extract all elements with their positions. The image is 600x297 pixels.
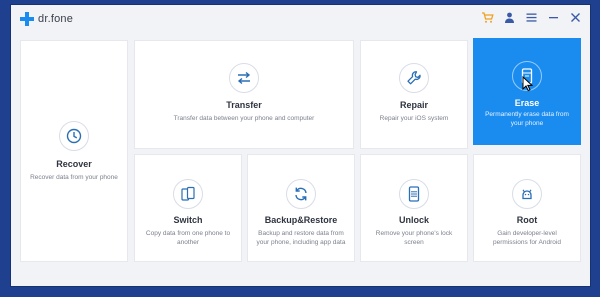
transfer-arrows-icon xyxy=(229,63,259,93)
cart-icon[interactable] xyxy=(481,11,494,24)
erase-card[interactable]: Erase Permanently erase data from your p… xyxy=(473,38,581,145)
card-title: Backup&Restore xyxy=(264,215,338,225)
card-title: Erase xyxy=(514,98,540,108)
plus-logo-icon xyxy=(20,12,34,26)
close-icon[interactable] xyxy=(569,11,582,24)
lock-screen-icon xyxy=(399,179,429,209)
card-description: Permanently erase data from your phone xyxy=(485,111,569,127)
card-description: Repair your iOS system xyxy=(379,115,449,122)
account-icon[interactable] xyxy=(503,11,516,24)
recover-card[interactable]: Recover Recover data from your phone xyxy=(20,40,128,262)
wrench-icon xyxy=(399,63,429,93)
repair-card[interactable]: Repair Repair your iOS system xyxy=(360,40,468,149)
card-title: Switch xyxy=(173,215,203,225)
root-card[interactable]: Root Gain developer-level permissions fo… xyxy=(473,154,581,262)
refresh-icon xyxy=(286,179,316,209)
app-window: dr.fone Recover Recover data from your p… xyxy=(11,5,590,286)
minimize-icon[interactable] xyxy=(547,11,560,24)
app-name: dr.fone xyxy=(38,13,74,25)
card-description: Recover data from your phone xyxy=(30,174,118,181)
card-title: Recover xyxy=(56,159,92,169)
mouse-cursor-icon xyxy=(522,76,534,92)
card-description: Backup and restore data from your phone,… xyxy=(256,230,346,246)
card-description: Copy data from one phone to another xyxy=(145,230,231,246)
app-logo: dr.fone xyxy=(20,12,73,26)
transfer-card[interactable]: Transfer Transfer data between your phon… xyxy=(134,40,354,149)
phone-switch-icon xyxy=(173,179,203,209)
unlock-card[interactable]: Unlock Remove your phone's lock screen xyxy=(360,154,468,262)
backup-restore-card[interactable]: Backup&Restore Backup and restore data f… xyxy=(247,154,355,262)
android-icon xyxy=(512,179,542,209)
switch-card[interactable]: Switch Copy data from one phone to anoth… xyxy=(134,154,242,262)
card-description: Transfer data between your phone and com… xyxy=(173,115,315,122)
card-title: Unlock xyxy=(398,215,429,225)
card-description: Gain developer-level permissions for And… xyxy=(493,230,561,246)
card-title: Root xyxy=(516,215,538,225)
card-title: Transfer xyxy=(226,100,262,110)
window-controls xyxy=(481,11,582,24)
card-description: Remove your phone's lock screen xyxy=(375,230,453,246)
menu-icon[interactable] xyxy=(525,11,538,24)
clock-icon xyxy=(59,121,89,151)
title-bar: dr.fone xyxy=(11,5,590,33)
card-title: Repair xyxy=(399,100,428,110)
